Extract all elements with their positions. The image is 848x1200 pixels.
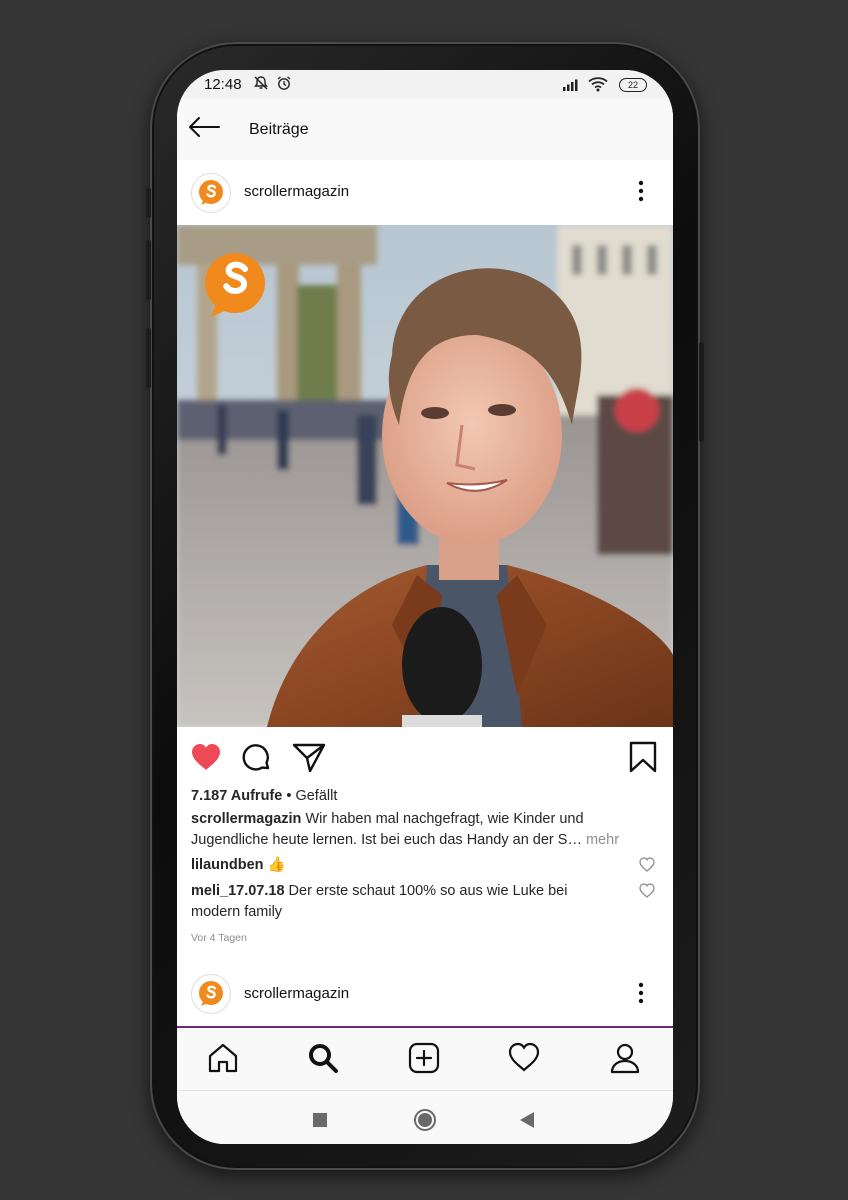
- page-title: Beiträge: [249, 121, 309, 138]
- phone-side-button: [146, 188, 151, 218]
- status-time: 12:48: [204, 76, 242, 93]
- views-line: 7.187 Aufrufe • Gefällt: [191, 786, 661, 807]
- phone-volume-down-button: [146, 328, 151, 388]
- views-suffix: Gefällt: [295, 788, 338, 804]
- arrow-left-icon[interactable]: [187, 116, 221, 138]
- battery-icon: 22: [619, 78, 647, 92]
- activity-heart-icon[interactable]: [508, 1042, 540, 1074]
- save-bookmark-icon[interactable]: [629, 741, 657, 773]
- system-navigation-bar: [177, 1091, 673, 1144]
- post-action-bar: [177, 727, 673, 787]
- post-timestamp: Vor 4 Tagen: [191, 932, 247, 944]
- more-options-icon[interactable]: [637, 982, 645, 1004]
- recent-apps-button[interactable]: [313, 1113, 327, 1127]
- signal-icon: [563, 79, 578, 91]
- next-post-header: scrollermagazin: [177, 960, 673, 1026]
- avatar[interactable]: [191, 974, 231, 1014]
- alarm-icon: [277, 76, 291, 90]
- caption-username[interactable]: scrollermagazin: [191, 811, 301, 827]
- add-post-icon[interactable]: [408, 1042, 440, 1074]
- comment-username[interactable]: lilaundben: [191, 857, 264, 873]
- post-username[interactable]: scrollermagazin: [244, 183, 349, 200]
- more-options-icon[interactable]: [637, 180, 645, 202]
- wifi-icon: [588, 77, 608, 92]
- top-app-bar: Beiträge: [177, 98, 673, 161]
- bell-muted-icon: [254, 76, 268, 90]
- comment-text: 👍: [263, 857, 286, 873]
- comment-icon[interactable]: [241, 742, 273, 774]
- post-caption: scrollermagazin Wir haben mal nachgefrag…: [191, 809, 651, 851]
- search-icon[interactable]: [307, 1042, 339, 1074]
- views-count[interactable]: 7.187 Aufrufe: [191, 788, 282, 804]
- scroller-logo-icon: [199, 180, 223, 205]
- comment-item: lilaundben 👍: [191, 855, 621, 876]
- profile-icon[interactable]: [609, 1042, 641, 1074]
- post-header: scrollermagazin: [177, 160, 673, 225]
- views-separator: •: [282, 788, 296, 804]
- status-bar: 12:48 22: [177, 70, 673, 98]
- post-username[interactable]: scrollermagazin: [244, 985, 349, 1002]
- comment-username[interactable]: meli_17.07.18: [191, 883, 285, 899]
- comment-item: meli_17.07.18 Der erste schaut 100% so a…: [191, 881, 611, 923]
- avatar[interactable]: [191, 173, 231, 213]
- comment-like-icon[interactable]: [639, 857, 655, 872]
- post-video-image[interactable]: [177, 225, 673, 727]
- like-heart-icon[interactable]: [190, 742, 222, 772]
- phone-power-button: [699, 342, 704, 442]
- home-button[interactable]: [413, 1108, 437, 1132]
- bottom-tab-bar: [177, 1028, 673, 1091]
- phone-screen: 12:48 22 Beiträge scrollermagazin 7.187 …: [177, 70, 673, 1144]
- share-send-icon[interactable]: [292, 742, 326, 774]
- caption-more-link[interactable]: mehr: [582, 832, 619, 848]
- comment-like-icon[interactable]: [639, 883, 655, 898]
- phone-volume-up-button: [146, 240, 151, 300]
- back-button[interactable]: [519, 1111, 535, 1129]
- scroller-logo-icon: [199, 981, 223, 1006]
- home-icon[interactable]: [207, 1042, 239, 1074]
